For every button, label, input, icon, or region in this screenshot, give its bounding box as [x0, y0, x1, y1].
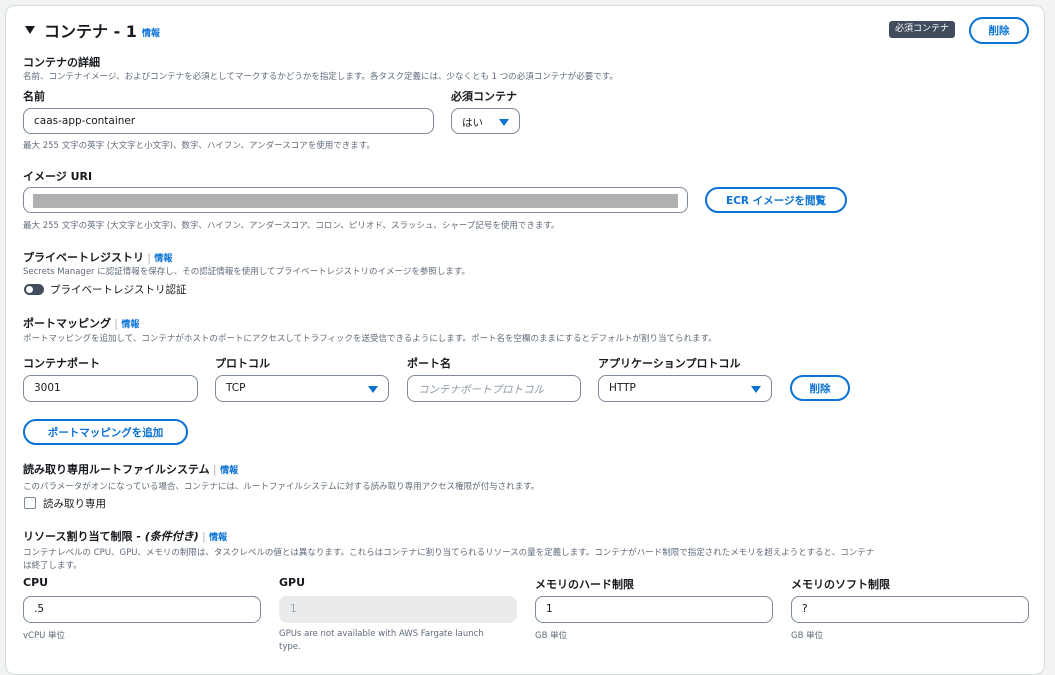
image-uri-hint: 最大 255 文字の英字 (大文字と小文字)、数字、ハイフン、アンダースコア、コ… — [23, 221, 560, 231]
private-registry-info-link[interactable]: 情報 — [154, 254, 172, 264]
caret-down-icon — [25, 26, 35, 34]
private-registry-title: プライベートレジストリ — [23, 251, 144, 264]
container-panel: コンテナ - 1 情報 必須コンテナ 削除 コンテナの詳細 名前、コンテナイメー… — [5, 5, 1045, 675]
chevron-down-icon — [368, 386, 378, 393]
container-port-value: 3001 — [34, 382, 61, 394]
resources-info-link[interactable]: 情報 — [209, 533, 227, 543]
private-registry-toggle[interactable] — [24, 284, 44, 295]
protocol-label: プロトコル — [215, 357, 270, 370]
details-description: 名前、コンテナイメージ、およびコンテナを必須としてマークするかどうかを指定します… — [23, 72, 618, 82]
name-label: 名前 — [23, 90, 45, 103]
essential-select[interactable]: はい — [451, 108, 520, 134]
resources-title: リソース割り当て制限 - — [23, 530, 145, 543]
cpu-input[interactable]: .5 — [23, 596, 261, 623]
private-registry-header: プライベートレジストリ | 情報 — [23, 249, 172, 265]
app-protocol-label: アプリケーションプロトコル — [598, 357, 741, 370]
remove-port-mapping-button[interactable]: 削除 — [790, 375, 850, 401]
mem-hard-label: メモリのハード制限 — [535, 578, 634, 591]
port-mapping-header: ポートマッピング | 情報 — [23, 315, 139, 331]
private-registry-toggle-label: プライベートレジストリ認証 — [50, 284, 187, 296]
port-mapping-description: ポートマッピングを追加して、コンテナがホストのポートにアクセスしてトラフィックを… — [23, 334, 717, 344]
readonly-fs-title: 読み取り専用ルートファイルシステム — [23, 463, 210, 476]
browse-ecr-button[interactable]: ECR イメージを閲覧 — [705, 187, 847, 213]
chevron-down-icon — [499, 119, 509, 126]
port-name-input[interactable]: コンテナポートプロトコル — [407, 375, 581, 402]
mem-hard-input[interactable]: 1 — [535, 596, 773, 623]
readonly-checkbox-label: 読み取り専用 — [43, 498, 106, 510]
gpu-hint-line1: GPUs are not available with AWS Fargate … — [279, 629, 484, 639]
app-protocol-select-value: HTTP — [609, 382, 636, 394]
image-uri-redacted — [33, 194, 678, 208]
image-uri-label: イメージ URI — [23, 170, 93, 183]
private-registry-description: Secrets Manager に認証情報を保存し、その認証情報を使用してプライ… — [23, 267, 470, 277]
resources-description-line1: コンテナレベルの CPU、GPU、メモリの制限は、タスクレベルの値とは異なります… — [23, 548, 875, 558]
readonly-fs-description: このパラメータがオンになっている場合、コンテナには、ルートファイルシステムに対す… — [23, 482, 540, 492]
readonly-checkbox[interactable] — [24, 497, 36, 509]
image-uri-input[interactable] — [23, 187, 688, 213]
separator: | — [212, 463, 221, 476]
protocol-select-value: TCP — [226, 382, 246, 394]
resources-header: リソース割り当て制限 - (条件付き) | 情報 — [23, 528, 227, 544]
mem-soft-value: ? — [802, 603, 808, 615]
port-mapping-info-link[interactable]: 情報 — [121, 320, 139, 330]
chevron-down-icon — [751, 386, 761, 393]
delete-container-button[interactable]: 削除 — [969, 17, 1029, 44]
container-port-input[interactable]: 3001 — [23, 375, 198, 402]
container-port-label: コンテナポート — [23, 357, 100, 370]
mem-soft-hint: GB 単位 — [791, 631, 824, 641]
collapse-toggle[interactable] — [23, 19, 38, 39]
gpu-hint-line2: type. — [279, 642, 301, 652]
container-title: コンテナ - 1 — [44, 22, 137, 41]
protocol-select[interactable]: TCP — [215, 375, 389, 402]
mem-hard-hint: GB 単位 — [535, 631, 568, 641]
resources-description-line2: は終了します。 — [23, 561, 82, 571]
name-input[interactable]: caas-app-container — [23, 108, 434, 134]
mem-soft-label: メモリのソフト制限 — [791, 578, 890, 591]
cpu-hint: vCPU 単位 — [23, 631, 66, 641]
port-name-label: ポート名 — [407, 357, 451, 370]
readonly-fs-info-link[interactable]: 情報 — [220, 466, 238, 476]
mem-soft-input[interactable]: ? — [791, 596, 1029, 623]
name-input-value: caas-app-container — [34, 115, 136, 127]
add-port-mapping-button[interactable]: ポートマッピングを追加 — [23, 419, 188, 445]
port-name-placeholder: コンテナポートプロトコル — [418, 384, 544, 396]
essential-select-value: はい — [462, 117, 483, 129]
resources-title-conditional: (条件付き) — [144, 530, 199, 543]
header-info-link[interactable]: 情報 — [142, 26, 160, 39]
port-mapping-title: ポートマッピング — [23, 317, 111, 330]
readonly-fs-header: 読み取り専用ルートファイルシステム | 情報 — [23, 461, 238, 477]
gpu-label: GPU — [279, 576, 306, 589]
cpu-value: .5 — [34, 603, 45, 615]
app-protocol-select[interactable]: HTTP — [598, 375, 772, 402]
gpu-value: 1 — [290, 603, 297, 615]
mem-hard-value: 1 — [546, 603, 553, 615]
cpu-label: CPU — [23, 576, 49, 589]
details-title: コンテナの詳細 — [23, 56, 100, 69]
essential-label: 必須コンテナ — [451, 90, 517, 103]
essential-badge: 必須コンテナ — [889, 21, 956, 38]
gpu-input: 1 — [279, 596, 517, 623]
name-hint: 最大 255 文字の英字 (大文字と小文字)、数字、ハイフン、アンダースコアを使… — [23, 141, 375, 151]
